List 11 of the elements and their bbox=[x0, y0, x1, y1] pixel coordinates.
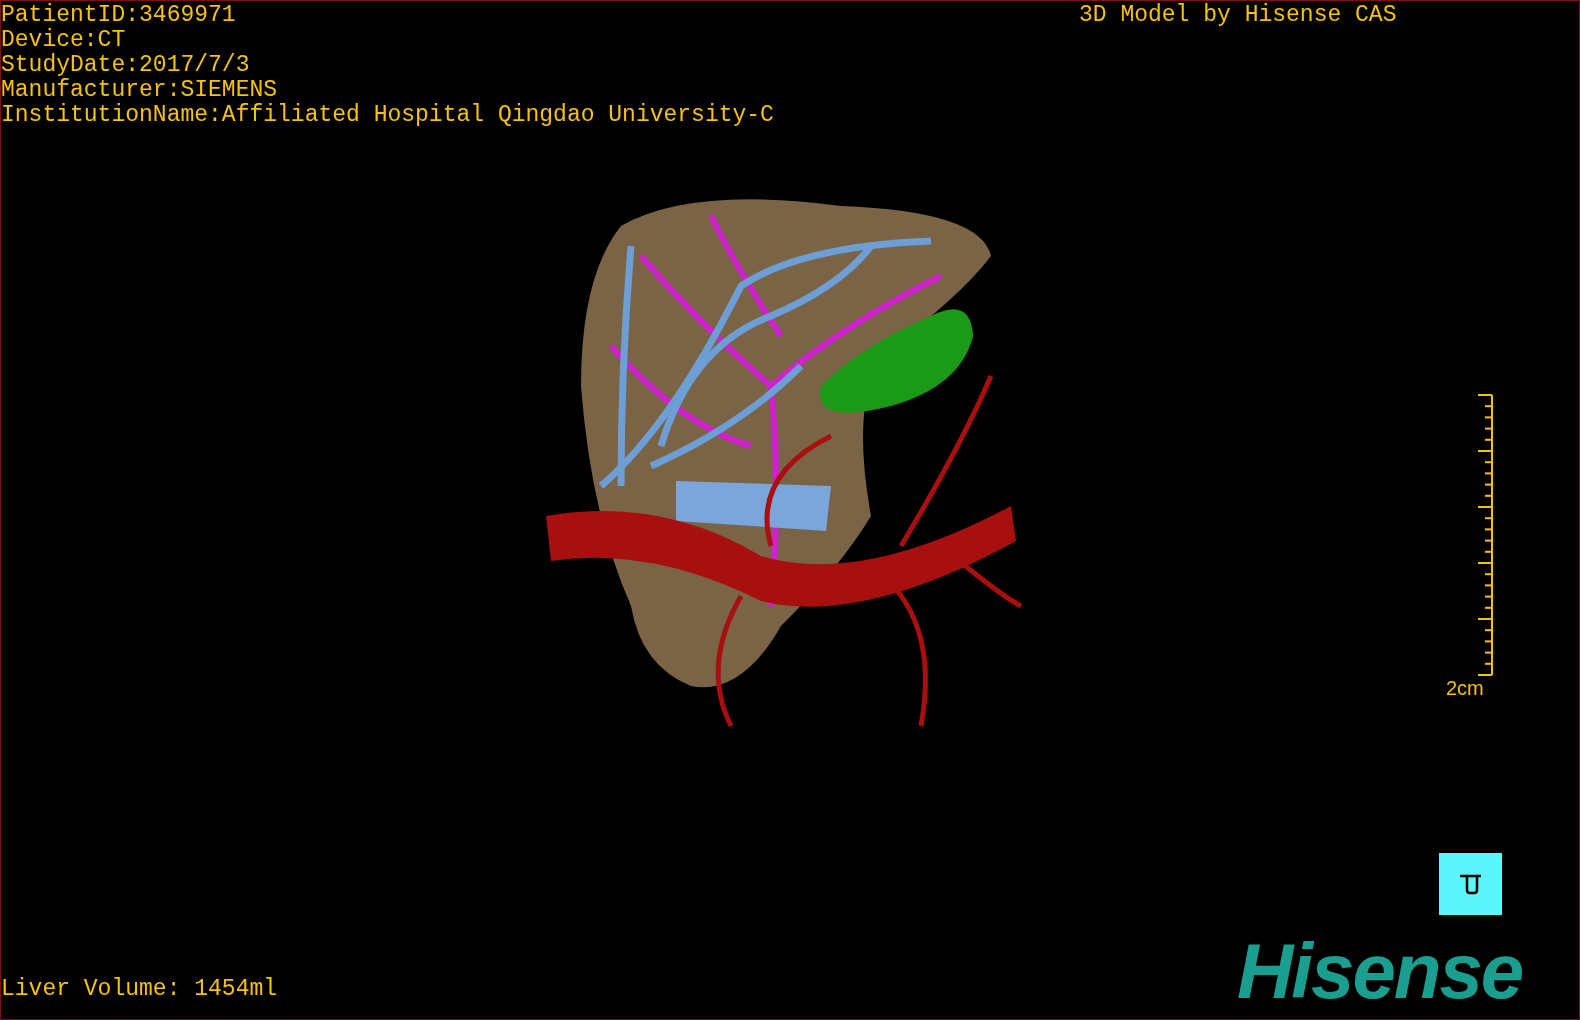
liver-volume-text: Liver Volume: 1454ml bbox=[1, 977, 278, 1002]
patient-info-text: Manufacturer:SIEMENS bbox=[1, 78, 279, 103]
patient-info-text: InstitutionName:Affiliated Hospital Qingdao University-C bbox=[1, 103, 774, 128]
patient-info-text: Device:CT bbox=[1, 28, 127, 53]
brand-logo: Hisense bbox=[1237, 926, 1523, 1016]
patient-info-text: PatientID:3469971 bbox=[1, 3, 237, 28]
patient-info-text: StudyDate:2017/7/3 bbox=[1, 53, 251, 78]
cube-face-icon bbox=[1458, 873, 1483, 895]
model-credit-text: 3D Model by Hisense CAS bbox=[1079, 3, 1397, 28]
scale-label: 2cm bbox=[1446, 677, 1484, 699]
orientation-cube-button[interactable] bbox=[1439, 853, 1502, 915]
